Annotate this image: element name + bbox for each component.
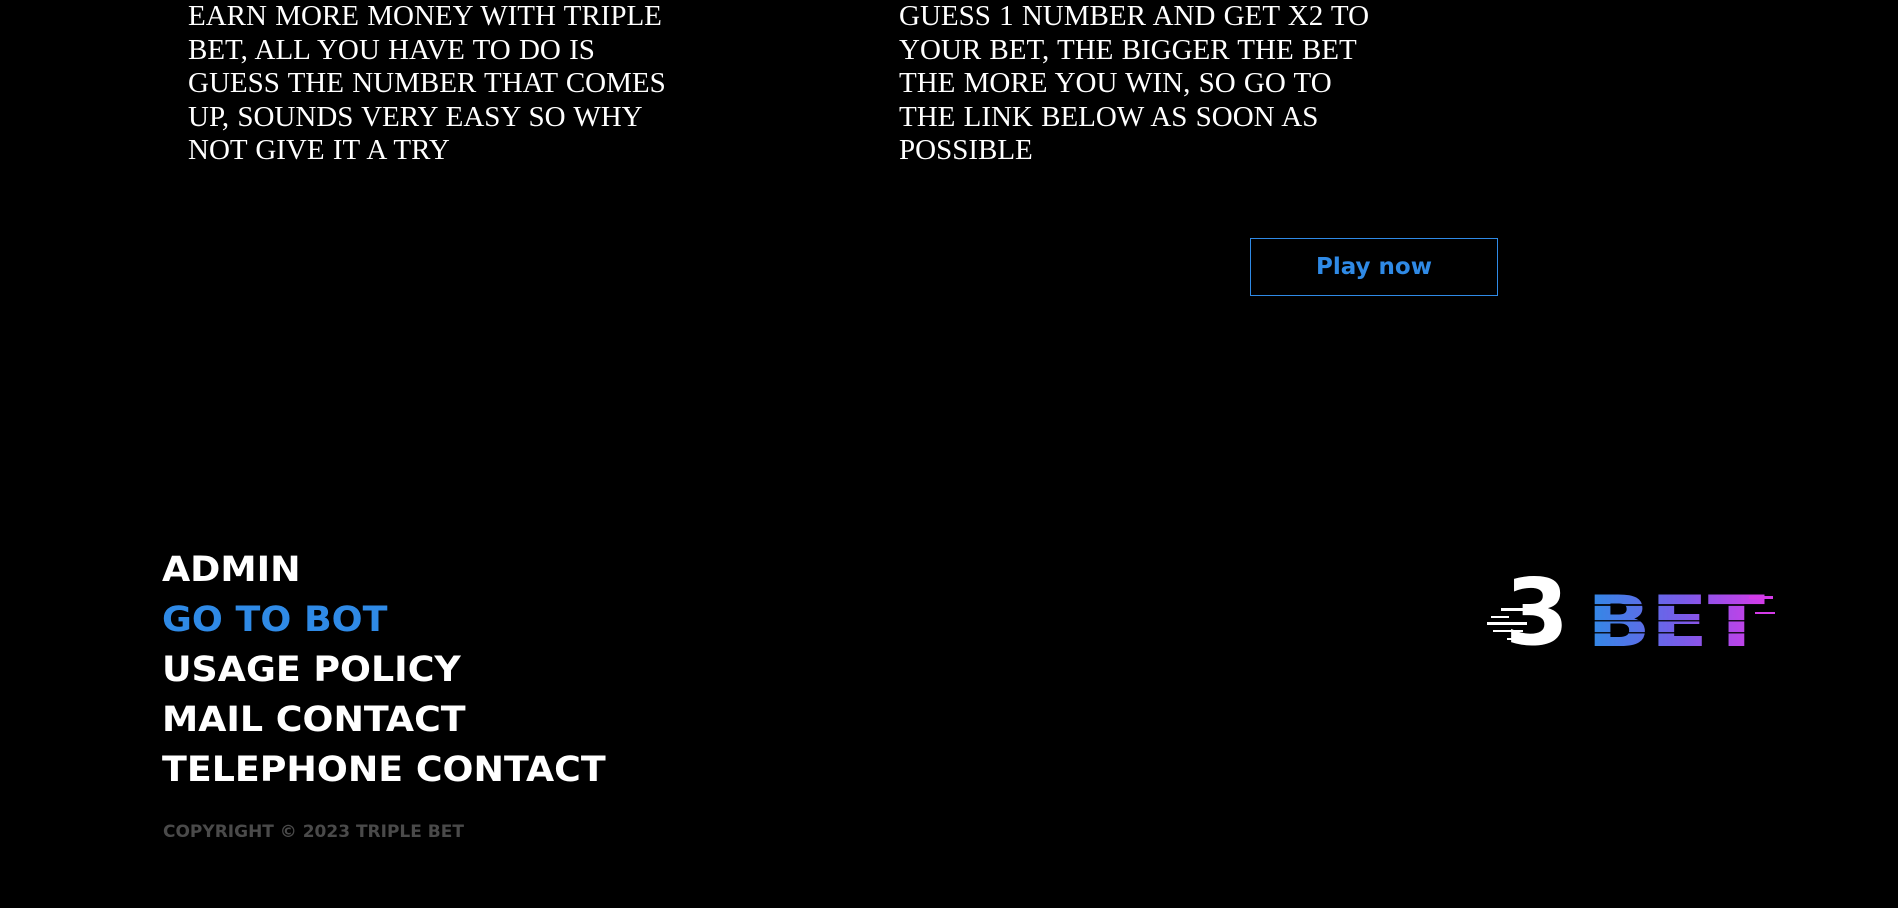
copyright-text: COPYRIGHT © 2023 TRIPLE BET [163, 822, 464, 842]
footer-link-mail-contact[interactable]: MAIL CONTACT [162, 695, 606, 745]
footer-nav: ADMIN GO TO BOT USAGE POLICY MAIL CONTAC… [162, 545, 606, 795]
footer-link-telephone-contact[interactable]: TELEPHONE CONTACT [162, 745, 606, 795]
promo-text-left: EARN MORE MONEY WITH TRIPLE BET, ALL YOU… [188, 0, 666, 166]
play-now-button[interactable]: Play now [1250, 238, 1498, 296]
logo-word: BET [1587, 581, 1765, 656]
promo-text-right: GUESS 1 NUMBER AND GET X2 TO YOUR BET, T… [899, 0, 1370, 166]
brand-logo: 3 BET [1487, 560, 1775, 656]
footer-link-usage-policy[interactable]: USAGE POLICY [162, 645, 606, 695]
logo-digit: 3 [1505, 560, 1569, 656]
footer-link-go-to-bot[interactable]: GO TO BOT [162, 595, 606, 645]
footer-link-admin[interactable]: ADMIN [162, 545, 606, 595]
